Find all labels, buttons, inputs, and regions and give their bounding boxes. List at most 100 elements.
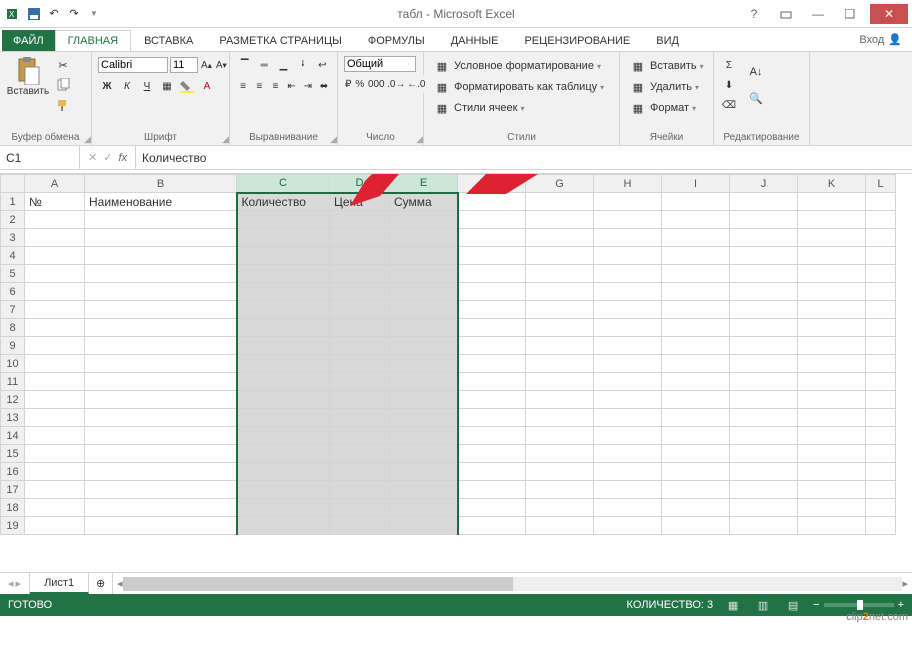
- bold-button[interactable]: Ж: [98, 77, 116, 95]
- cell-E16[interactable]: [390, 463, 458, 481]
- cell-H4[interactable]: [594, 247, 662, 265]
- cell-C15[interactable]: [237, 445, 330, 463]
- column-header-A[interactable]: A: [25, 175, 85, 193]
- horizontal-scrollbar[interactable]: ◂▸: [113, 573, 912, 594]
- cell-F19[interactable]: [458, 517, 526, 535]
- cell-K13[interactable]: [798, 409, 866, 427]
- cell-F10[interactable]: [458, 355, 526, 373]
- cell-C10[interactable]: [237, 355, 330, 373]
- cell-J6[interactable]: [730, 283, 798, 301]
- cell-B14[interactable]: [85, 427, 237, 445]
- row-header-14[interactable]: 14: [1, 427, 25, 445]
- cell-B18[interactable]: [85, 499, 237, 517]
- align-center-icon[interactable]: ≡: [252, 77, 266, 95]
- add-sheet-icon[interactable]: ⊕: [89, 573, 113, 594]
- cell-L13[interactable]: [866, 409, 896, 427]
- cell-D5[interactable]: [330, 265, 390, 283]
- cell-I12[interactable]: [662, 391, 730, 409]
- cell-F15[interactable]: [458, 445, 526, 463]
- dialog-launcher-icon[interactable]: ◢: [84, 134, 91, 145]
- cell-B5[interactable]: [85, 265, 237, 283]
- cell-J17[interactable]: [730, 481, 798, 499]
- cell-J9[interactable]: [730, 337, 798, 355]
- decrease-font-icon[interactable]: A▾: [215, 56, 228, 74]
- cell-D18[interactable]: [330, 499, 390, 517]
- decrease-decimal-icon[interactable]: ←.0: [407, 75, 425, 93]
- cell-G15[interactable]: [526, 445, 594, 463]
- cell-K12[interactable]: [798, 391, 866, 409]
- cell-A11[interactable]: [25, 373, 85, 391]
- cell-I7[interactable]: [662, 301, 730, 319]
- redo-icon[interactable]: ↷: [66, 6, 82, 22]
- cell-G10[interactable]: [526, 355, 594, 373]
- row-header-9[interactable]: 9: [1, 337, 25, 355]
- cell-H10[interactable]: [594, 355, 662, 373]
- tab-view[interactable]: ВИД: [643, 30, 692, 51]
- page-layout-view-icon[interactable]: ▥: [753, 597, 773, 613]
- row-header-8[interactable]: 8: [1, 319, 25, 337]
- fill-icon[interactable]: ⬇: [720, 76, 738, 94]
- column-header-C[interactable]: C: [237, 175, 330, 193]
- cell-H11[interactable]: [594, 373, 662, 391]
- cell-G14[interactable]: [526, 427, 594, 445]
- enter-formula-icon[interactable]: ✓: [103, 151, 112, 164]
- cell-D13[interactable]: [330, 409, 390, 427]
- row-header-16[interactable]: 16: [1, 463, 25, 481]
- percent-icon[interactable]: %: [354, 75, 365, 93]
- cell-J16[interactable]: [730, 463, 798, 481]
- cell-L8[interactable]: [866, 319, 896, 337]
- cell-A15[interactable]: [25, 445, 85, 463]
- cell-A14[interactable]: [25, 427, 85, 445]
- cell-E18[interactable]: [390, 499, 458, 517]
- row-header-18[interactable]: 18: [1, 499, 25, 517]
- column-header-K[interactable]: K: [798, 175, 866, 193]
- cell-B10[interactable]: [85, 355, 237, 373]
- help-icon[interactable]: ?: [742, 4, 766, 24]
- zoom-out-icon[interactable]: −: [813, 599, 819, 611]
- fx-icon[interactable]: fx: [118, 152, 127, 164]
- row-header-13[interactable]: 13: [1, 409, 25, 427]
- cell-E14[interactable]: [390, 427, 458, 445]
- cell-I14[interactable]: [662, 427, 730, 445]
- clear-icon[interactable]: ⌫: [720, 96, 738, 114]
- cell-G16[interactable]: [526, 463, 594, 481]
- normal-view-icon[interactable]: ▦: [723, 597, 743, 613]
- cell-F6[interactable]: [458, 283, 526, 301]
- select-all-corner[interactable]: [1, 175, 25, 193]
- align-middle-icon[interactable]: ═: [255, 56, 272, 74]
- format-painter-icon[interactable]: [54, 96, 72, 114]
- cell-L4[interactable]: [866, 247, 896, 265]
- row-header-4[interactable]: 4: [1, 247, 25, 265]
- row-header-2[interactable]: 2: [1, 211, 25, 229]
- zoom-in-icon[interactable]: +: [898, 599, 904, 611]
- cell-F14[interactable]: [458, 427, 526, 445]
- cell-I13[interactable]: [662, 409, 730, 427]
- cell-B12[interactable]: [85, 391, 237, 409]
- cell-B8[interactable]: [85, 319, 237, 337]
- cell-F4[interactable]: [458, 247, 526, 265]
- cell-G7[interactable]: [526, 301, 594, 319]
- cell-E7[interactable]: [390, 301, 458, 319]
- cell-L12[interactable]: [866, 391, 896, 409]
- cell-A8[interactable]: [25, 319, 85, 337]
- cell-H15[interactable]: [594, 445, 662, 463]
- cell-D12[interactable]: [330, 391, 390, 409]
- cell-I18[interactable]: [662, 499, 730, 517]
- cell-L16[interactable]: [866, 463, 896, 481]
- fill-color-icon[interactable]: [178, 77, 196, 95]
- cell-K6[interactable]: [798, 283, 866, 301]
- increase-decimal-icon[interactable]: .0→: [387, 75, 405, 93]
- cell-H2[interactable]: [594, 211, 662, 229]
- cell-I1[interactable]: [662, 193, 730, 211]
- column-header-B[interactable]: B: [85, 175, 237, 193]
- cell-C9[interactable]: [237, 337, 330, 355]
- cell-F9[interactable]: [458, 337, 526, 355]
- tab-pagelayout[interactable]: РАЗМЕТКА СТРАНИЦЫ: [206, 30, 354, 51]
- cells-grid[interactable]: ABCDEFGHIJKL1№НаименованиеКоличествоЦена…: [0, 174, 912, 572]
- cell-C8[interactable]: [237, 319, 330, 337]
- cell-K11[interactable]: [798, 373, 866, 391]
- cell-B13[interactable]: [85, 409, 237, 427]
- cell-G17[interactable]: [526, 481, 594, 499]
- cell-styles-button[interactable]: ▦Стили ячеек▾: [430, 98, 613, 118]
- cell-J3[interactable]: [730, 229, 798, 247]
